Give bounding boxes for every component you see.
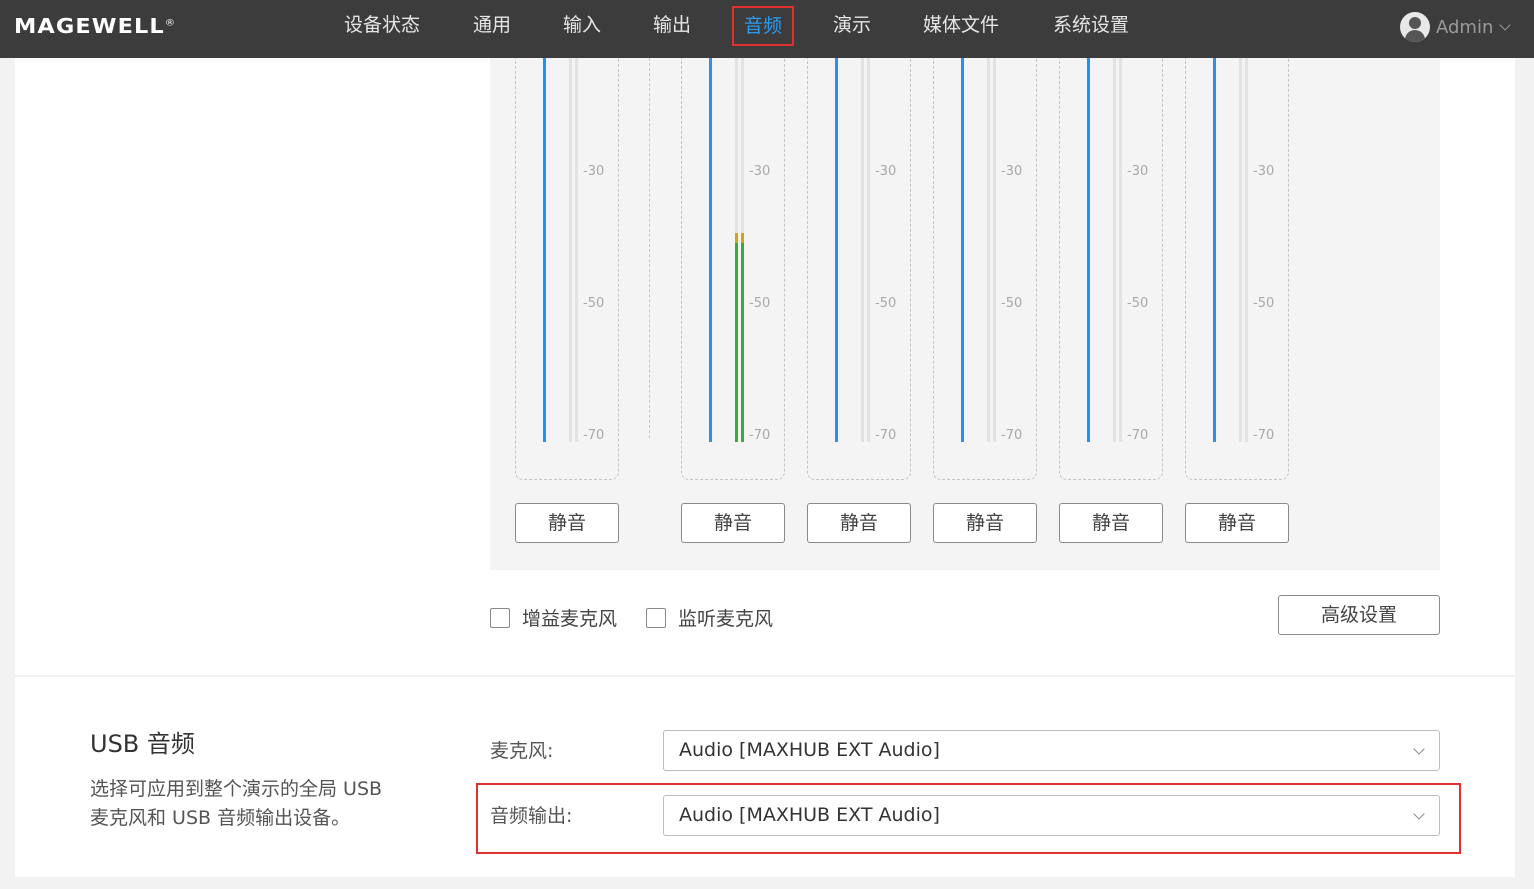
tick-label: -70 — [1001, 428, 1023, 443]
gain-mic-label: 增益麦克风 — [522, 608, 618, 630]
level-track-left — [1239, 58, 1242, 442]
nav-output[interactable]: 输出 — [643, 10, 701, 46]
tick-label: -30 — [875, 164, 897, 179]
mute-button-3[interactable]: 静音 — [807, 503, 911, 543]
tick-label: -50 — [1253, 296, 1275, 311]
mute-button-6[interactable]: 静音 — [1185, 503, 1289, 543]
advanced-settings-button[interactable]: 高级设置 — [1278, 595, 1440, 635]
user-name: Admin — [1436, 16, 1494, 38]
user-avatar-icon — [1400, 12, 1430, 42]
monitor-mic-checkbox[interactable]: 监听麦克风 — [646, 604, 773, 631]
channel-meter-2: -30 -50 -70 — [681, 58, 785, 480]
chevron-down-icon — [1499, 19, 1512, 31]
tick-label: -30 — [583, 164, 605, 179]
mic-select-value: Audio [MAXHUB EXT Audio] — [679, 739, 940, 761]
description-line: 麦克风和 USB 音频输出设备。 — [90, 807, 351, 829]
nav-input[interactable]: 输入 — [553, 10, 611, 46]
tick-label: -50 — [875, 296, 897, 311]
audio-output-select[interactable]: Audio [MAXHUB EXT Audio] — [663, 795, 1440, 836]
mute-button-4[interactable]: 静音 — [933, 503, 1037, 543]
level-signal-left — [735, 243, 738, 442]
level-track-left — [569, 58, 572, 442]
channel-meter-4: -30 -50 -70 — [933, 58, 1037, 480]
channel-divider — [649, 58, 650, 438]
volume-fader[interactable] — [961, 58, 964, 442]
registered-mark: ® — [164, 18, 177, 29]
tick-label: -30 — [749, 164, 771, 179]
mute-button-1[interactable]: 静音 — [515, 503, 619, 543]
channel-meter-3: -30 -50 -70 — [807, 58, 911, 480]
volume-fader[interactable] — [1087, 58, 1090, 442]
level-track-right — [1119, 58, 1122, 442]
magewell-logo[interactable]: MAGEWELL® — [14, 14, 176, 38]
mute-button-2[interactable]: 静音 — [681, 503, 785, 543]
volume-fader[interactable] — [543, 58, 546, 442]
level-track-left — [987, 58, 990, 442]
tick-label: -70 — [1127, 428, 1149, 443]
nav-device-status[interactable]: 设备状态 — [334, 10, 430, 46]
tick-label: -50 — [1001, 296, 1023, 311]
level-track-right — [1245, 58, 1248, 442]
tick-label: -50 — [583, 296, 605, 311]
tick-label: -70 — [1253, 428, 1275, 443]
nav-media-files[interactable]: 媒体文件 — [913, 10, 1009, 46]
volume-fader[interactable] — [835, 58, 838, 442]
user-menu[interactable]: Admin — [1400, 12, 1512, 42]
level-signal-right — [741, 243, 744, 442]
chevron-down-icon — [1413, 808, 1425, 820]
nav-system-settings[interactable]: 系统设置 — [1043, 10, 1139, 46]
description-line: 选择可应用到整个演示的全局 USB — [90, 778, 383, 800]
channel-meter-6: -30 -50 -70 — [1185, 58, 1289, 480]
nav-audio[interactable]: 音频 — [732, 6, 795, 46]
logo-text: MAGEWELL — [14, 14, 165, 38]
nav-general[interactable]: 通用 — [463, 10, 521, 46]
checkbox-box[interactable] — [490, 607, 510, 628]
audio-output-label: 音频输出: — [490, 805, 573, 827]
tick-label: -70 — [583, 428, 605, 443]
tick-label: -50 — [749, 296, 771, 311]
top-navigation-bar: MAGEWELL® 设备状态 通用 输入 输出 音频 演示 媒体文件 系统设置 … — [0, 0, 1534, 58]
usb-audio-description: 选择可应用到整个演示的全局 USB 麦克风和 USB 音频输出设备。 — [90, 775, 410, 833]
monitor-mic-label: 监听麦克风 — [678, 608, 774, 630]
gain-mic-checkbox[interactable]: 增益麦克风 — [490, 604, 617, 631]
tick-label: -50 — [1127, 296, 1149, 311]
volume-fader[interactable] — [709, 58, 712, 442]
audio-output-select-value: Audio [MAXHUB EXT Audio] — [679, 804, 940, 826]
tick-label: -30 — [1127, 164, 1149, 179]
level-track-left — [1113, 58, 1116, 442]
level-track-right — [867, 58, 870, 442]
tick-label: -70 — [749, 428, 771, 443]
level-peak-right — [741, 233, 744, 243]
mic-label: 麦克风: — [490, 740, 554, 762]
level-peak-left — [735, 233, 738, 243]
level-track-right — [575, 58, 578, 442]
tick-label: -30 — [1001, 164, 1023, 179]
channel-meter-5: -30 -50 -70 — [1059, 58, 1163, 480]
mic-select[interactable]: Audio [MAXHUB EXT Audio] — [663, 730, 1440, 771]
tick-label: -70 — [875, 428, 897, 443]
mute-button-5[interactable]: 静音 — [1059, 503, 1163, 543]
channel-meter-1: -30 -50 -70 — [515, 58, 619, 480]
nav-presentation[interactable]: 演示 — [823, 10, 881, 46]
tick-label: -30 — [1253, 164, 1275, 179]
level-track-right — [993, 58, 996, 442]
checkbox-box[interactable] — [646, 607, 666, 628]
volume-fader[interactable] — [1213, 58, 1216, 442]
chevron-down-icon — [1413, 743, 1425, 755]
level-track-left — [861, 58, 864, 442]
usb-audio-title: USB 音频 — [90, 730, 195, 758]
